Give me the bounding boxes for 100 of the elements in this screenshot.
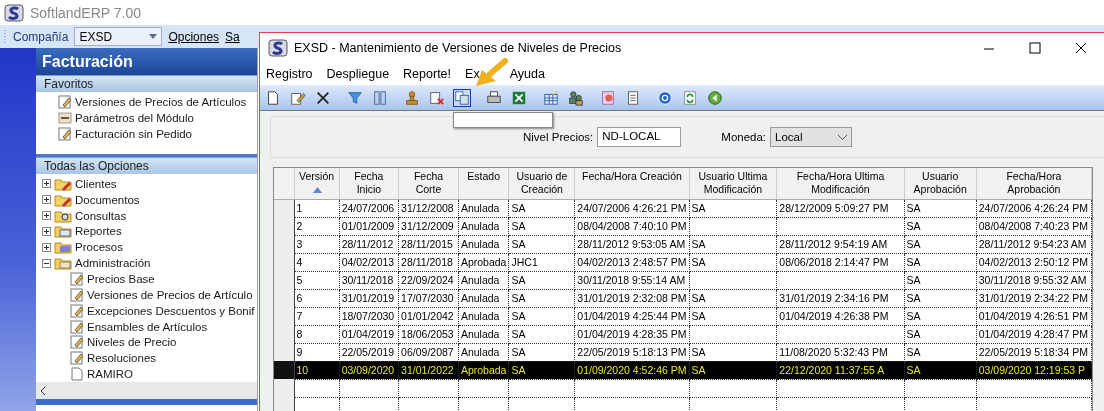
table-cell: 01/04/2019	[339, 325, 399, 343]
favorite-item[interactable]: Parámetros del Módulo	[75, 112, 194, 124]
stamp-icon[interactable]	[403, 88, 421, 107]
table-cell: 01/04/2019 4:28:35 PM	[574, 325, 689, 343]
tree-item[interactable]: Resoluciones	[87, 352, 157, 365]
copy-icon[interactable]	[453, 88, 471, 107]
edit-document-icon	[70, 335, 84, 350]
expander-box[interactable]	[42, 258, 51, 268]
menu-item[interactable]: Opciones	[168, 29, 220, 44]
menu-item[interactable]: Sa	[225, 29, 240, 44]
field-label: Moneda:	[721, 131, 767, 143]
tree-item[interactable]: Procesos	[75, 241, 123, 254]
menu-item[interactable]: Reporte!	[403, 67, 452, 81]
table-cell: 9	[294, 343, 340, 361]
table-cell: 03/09/2020 12:19:53 P	[976, 361, 1092, 379]
expander-box[interactable]	[42, 226, 51, 236]
price-level-field[interactable]: ND-LOCAL	[597, 127, 682, 147]
table-cell: 31/01/2019	[339, 289, 399, 307]
table-cell: SA	[689, 361, 777, 379]
table-cell: 01/04/2019 4:25:44 PM	[574, 307, 689, 325]
column-header[interactable]: Fecha/Hora Creación	[574, 168, 689, 199]
panel-title: Facturación	[36, 48, 257, 75]
horizontal-scrollbar[interactable]	[36, 382, 257, 399]
column-header[interactable]: Fecha Inicio	[339, 168, 399, 199]
tree-item[interactable]: Ensambles de Artículos	[87, 320, 208, 333]
refresh-icon[interactable]	[681, 88, 699, 107]
edit-document-icon	[58, 127, 72, 141]
favorite-item[interactable]: Facturación sin Pedido	[75, 128, 192, 140]
edit-document-icon	[70, 351, 84, 366]
edit-document-icon	[70, 287, 84, 302]
table-cell: 01/04/2019 4:28:47 PM	[976, 325, 1092, 343]
folder-edit-icon	[54, 192, 72, 207]
folder-edit-icon	[54, 176, 72, 191]
column-header[interactable]: Fecha/Hora Ultima Modificación	[776, 168, 905, 199]
menu-item[interactable]: Despliegue	[326, 67, 390, 81]
table-cell: 08/04/2008 7:40:23 PM	[976, 217, 1092, 235]
table-cell: 04/02/2013 2:48:57 PM	[574, 253, 689, 271]
tree-item[interactable]: Consultas	[75, 209, 127, 222]
column-header[interactable]: Versión	[294, 168, 340, 199]
expander-box[interactable]	[42, 195, 51, 205]
edit-document-icon	[70, 319, 84, 334]
menu-item[interactable]: Ex	[465, 67, 480, 81]
table-cell: 31/01/2019 2:32:08 PM	[574, 289, 689, 307]
column-header[interactable]: Usuario de Creación	[508, 168, 575, 199]
table-cell: 5	[294, 271, 340, 289]
table-cell: 6	[294, 289, 340, 307]
column-header[interactable]: Fecha Corte	[398, 168, 459, 199]
favorite-item[interactable]: Versiones de Precios de Artículos	[75, 96, 247, 108]
menu-item[interactable]: Registro	[266, 67, 313, 81]
company-label: Compañía	[13, 29, 69, 44]
table-cell: 28/11/2012	[339, 235, 399, 253]
tree-item[interactable]: Clientes	[75, 177, 117, 190]
table-cell: 01/04/2019 4:26:51 PM	[976, 307, 1092, 325]
table-cell: SA	[689, 307, 777, 325]
folder-search-icon	[54, 208, 72, 223]
window-title: SoftlandERP 7.00	[30, 4, 142, 21]
expander-box[interactable]	[42, 242, 51, 252]
sort-ascending-icon	[312, 187, 322, 194]
table-cell: 3	[294, 235, 340, 253]
edit-document-icon	[58, 95, 72, 109]
table-cell: 08/04/2008 7:40:10 PM	[574, 217, 689, 235]
tree-item[interactable]: Precios Base	[87, 273, 155, 285]
tree-item[interactable]: Excepciones Descuentos y Bonif	[87, 304, 255, 317]
tree-item[interactable]: Reportes	[75, 225, 122, 238]
table-cell: 03/09/2020	[339, 361, 399, 379]
table-cell: 22/05/2019 5:18:13 PM	[574, 343, 689, 361]
tree-item[interactable]: Administración	[75, 257, 151, 270]
document-icon	[70, 367, 84, 382]
tree-item[interactable]: Niveles de Precio	[87, 336, 177, 349]
chevron-down-icon	[838, 134, 848, 140]
tree-item[interactable]: Versiones de Precios de Artículo	[87, 288, 253, 301]
expander-box[interactable]	[42, 179, 51, 189]
column-header[interactable]: Usuario Aprobación	[904, 168, 977, 199]
window-title: EXSD - Mantenimiento de Versiones de Niveles de Precios	[294, 41, 622, 55]
column-header[interactable]: Usuario Ultima Modificación	[689, 168, 777, 199]
table-cell: 18/07/2030	[339, 307, 399, 325]
table-check-icon[interactable]	[542, 88, 560, 107]
currency-dropdown[interactable]: Local	[770, 127, 853, 147]
section-header: Favoritos	[36, 75, 257, 92]
table-cell: 4	[294, 253, 340, 271]
company-dropdown[interactable]: EXSD	[74, 27, 163, 46]
expander-box[interactable]	[42, 211, 51, 221]
back-icon[interactable]	[706, 88, 724, 107]
menu-item[interactable]: Ayuda	[509, 67, 545, 81]
column-header[interactable]: Estado	[458, 168, 509, 199]
scroll-left-icon[interactable]	[40, 386, 46, 395]
tree-item[interactable]: RAMIRO	[87, 368, 133, 381]
users-icon[interactable]	[567, 88, 585, 107]
tree-item[interactable]: Documentos	[75, 193, 140, 206]
column-header[interactable]: Fecha/Hora Aprobación	[976, 168, 1092, 199]
table-cell: SA	[689, 253, 777, 271]
table-cell: 8	[294, 325, 340, 343]
table-cell: 7	[294, 307, 340, 325]
document-image-icon[interactable]	[599, 88, 617, 107]
window-logo-icon	[268, 39, 288, 57]
edit-document-icon	[70, 303, 84, 318]
corner-cell	[274, 168, 294, 199]
table-cell: SA	[689, 343, 777, 361]
field-label: Nivel Precios:	[523, 131, 594, 143]
columns-icon[interactable]	[371, 88, 389, 107]
